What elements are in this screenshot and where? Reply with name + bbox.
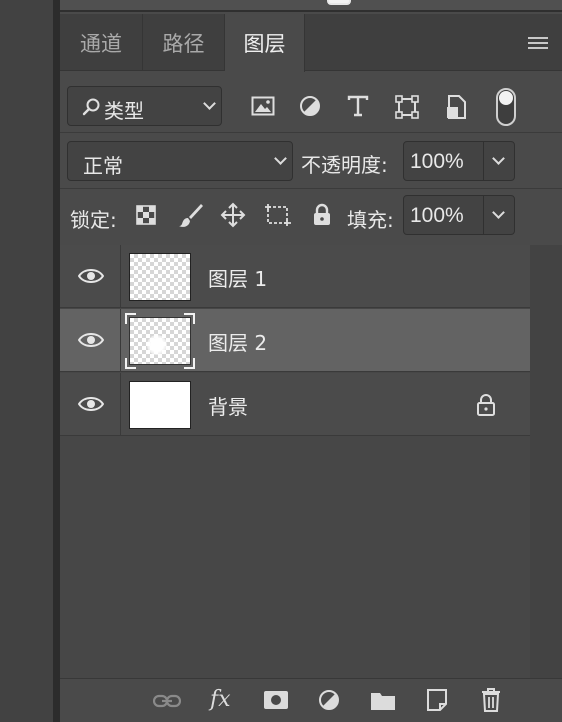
visibility-toggle[interactable] bbox=[60, 245, 121, 308]
filter-type-icon[interactable] bbox=[347, 95, 369, 117]
tab-layers-label: 图层 bbox=[243, 32, 286, 56]
layer-name[interactable]: 图层 1 bbox=[208, 263, 267, 292]
selected-thumbnail-frame bbox=[125, 313, 195, 369]
tab-paths[interactable]: 路径 bbox=[143, 14, 225, 71]
filter-pixel-icon[interactable] bbox=[251, 95, 275, 117]
filter-smart-object-icon[interactable] bbox=[445, 94, 467, 120]
eye-icon bbox=[78, 397, 104, 411]
left-dock-strip bbox=[0, 0, 53, 722]
filter-kind-dropdown[interactable]: 类型 bbox=[67, 86, 222, 126]
adjustment-layer-icon[interactable] bbox=[318, 689, 340, 711]
opacity-label: 不透明度: bbox=[301, 153, 388, 177]
visibility-toggle[interactable] bbox=[60, 309, 121, 372]
separator bbox=[60, 132, 562, 133]
panel-menu-icon[interactable] bbox=[528, 37, 548, 51]
filter-adjustment-icon[interactable] bbox=[299, 95, 321, 117]
chevron-down-icon bbox=[274, 152, 287, 165]
eye-icon bbox=[78, 333, 104, 347]
layer-name[interactable]: 图层 2 bbox=[208, 327, 267, 356]
lock-artboard-icon[interactable] bbox=[264, 202, 292, 228]
separator bbox=[60, 188, 562, 189]
layer-name[interactable]: 背景 bbox=[208, 391, 248, 420]
fill-label: 填充: bbox=[347, 208, 394, 232]
visibility-toggle[interactable] bbox=[60, 373, 121, 436]
fx-icon[interactable]: fx bbox=[210, 687, 231, 712]
panel-tabbar: 通道 路径 图层 bbox=[60, 14, 562, 72]
dock-divider[interactable] bbox=[53, 0, 60, 722]
filter-toggle-switch[interactable] bbox=[496, 88, 516, 126]
eye-icon bbox=[78, 269, 104, 283]
layer-row-2[interactable]: 图层 2 bbox=[60, 309, 530, 372]
collapse-handle[interactable] bbox=[327, 0, 351, 5]
fill-value: 100% bbox=[410, 204, 464, 227]
lock-image-pixels-icon[interactable] bbox=[178, 202, 204, 228]
new-group-icon[interactable] bbox=[370, 689, 396, 711]
layers-action-bar: fx bbox=[60, 678, 562, 722]
opacity-chevron-icon[interactable] bbox=[492, 152, 505, 165]
filter-kind-label: 类型 bbox=[104, 99, 144, 123]
layers-panel: 通道 路径 图层 类型 正常 不透明度: 100% 锁定: 填充: 100% 图… bbox=[60, 0, 562, 722]
layer-row-1[interactable]: 图层 1 bbox=[60, 245, 530, 308]
tab-paths-label: 路径 bbox=[162, 31, 205, 56]
lock-label: 锁定: bbox=[70, 208, 117, 232]
lock-position-icon[interactable] bbox=[220, 202, 246, 228]
layer-row-background[interactable]: 背景 bbox=[60, 373, 530, 436]
layers-scrollbar[interactable] bbox=[530, 245, 562, 678]
layer-thumbnail[interactable] bbox=[129, 253, 191, 301]
add-mask-icon[interactable] bbox=[263, 690, 289, 710]
tab-channels[interactable]: 通道 bbox=[60, 14, 143, 71]
layer-thumbnail[interactable] bbox=[129, 381, 191, 429]
blend-mode-value: 正常 bbox=[83, 154, 123, 178]
tab-channels-label: 通道 bbox=[80, 31, 122, 56]
new-layer-icon[interactable] bbox=[426, 688, 448, 712]
panel-top-strip bbox=[60, 0, 562, 12]
filter-shape-icon[interactable] bbox=[395, 95, 419, 119]
blend-mode-dropdown[interactable]: 正常 bbox=[67, 141, 293, 181]
tab-layers[interactable]: 图层 bbox=[225, 14, 305, 72]
opacity-field[interactable]: 100% bbox=[403, 141, 515, 181]
fill-field[interactable]: 100% bbox=[403, 195, 515, 235]
opacity-value: 100% bbox=[410, 150, 464, 173]
delete-layer-icon[interactable] bbox=[480, 687, 502, 713]
fill-chevron-icon[interactable] bbox=[492, 206, 505, 219]
chevron-down-icon bbox=[203, 97, 216, 110]
lock-transparent-pixels-icon[interactable] bbox=[136, 205, 156, 225]
search-icon bbox=[82, 98, 100, 116]
toggle-knob bbox=[499, 91, 513, 105]
lock-all-icon[interactable] bbox=[312, 203, 332, 227]
link-layers-icon[interactable] bbox=[153, 693, 181, 709]
layers-list: 图层 1 图层 2 背景 bbox=[60, 245, 530, 678]
lock-icon[interactable] bbox=[476, 393, 496, 417]
